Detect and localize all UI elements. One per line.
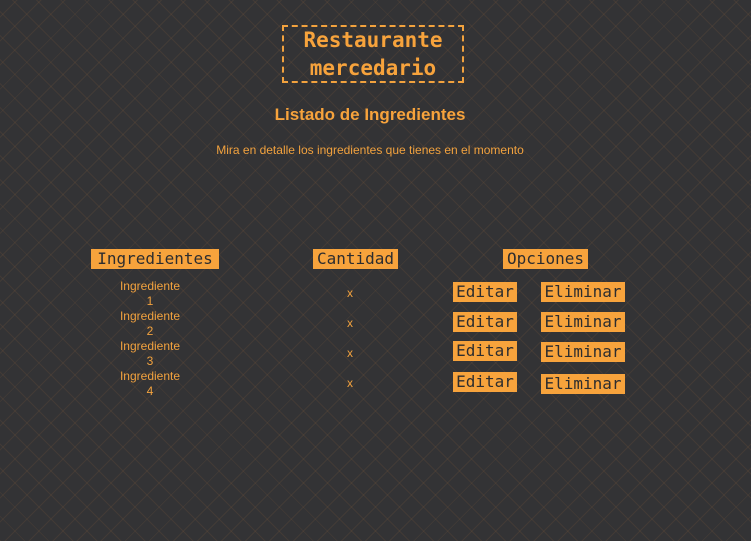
table-row: Ingrediente 2 x Editar Eliminar <box>0 309 751 339</box>
ingredient-quantity: x <box>347 376 353 390</box>
delete-button[interactable]: Eliminar <box>541 374 625 394</box>
table-row: Ingrediente 3 x Editar Eliminar <box>0 339 751 369</box>
ingredient-name: Ingrediente 4 <box>119 369 181 398</box>
column-header-quantity: Cantidad <box>313 249 398 269</box>
delete-button[interactable]: Eliminar <box>541 282 625 302</box>
page-title: Listado de Ingredientes <box>274 105 466 124</box>
edit-button[interactable]: Editar <box>453 312 517 332</box>
edit-button[interactable]: Editar <box>453 372 517 392</box>
edit-button[interactable]: Editar <box>453 341 517 361</box>
column-header-ingredients: Ingredientes <box>91 249 219 269</box>
ingredient-name: Ingrediente 3 <box>119 339 181 368</box>
ingredient-quantity: x <box>347 346 353 360</box>
column-header-options: Opciones <box>503 249 588 269</box>
ingredient-quantity: x <box>347 286 353 300</box>
table-row: Ingrediente 1 x Editar Eliminar <box>0 279 751 309</box>
ingredient-quantity: x <box>347 316 353 330</box>
page-subtitle: Mira en detalle los ingredientes que tie… <box>216 143 524 157</box>
ingredient-name: Ingrediente 1 <box>119 279 181 308</box>
ingredient-name: Ingrediente 2 <box>119 309 181 338</box>
brand-logo: Restaurante mercedario <box>282 25 464 83</box>
delete-button[interactable]: Eliminar <box>541 342 625 362</box>
edit-button[interactable]: Editar <box>453 282 517 302</box>
delete-button[interactable]: Eliminar <box>541 312 625 332</box>
table-row: Ingrediente 4 x Editar Eliminar <box>0 369 751 399</box>
